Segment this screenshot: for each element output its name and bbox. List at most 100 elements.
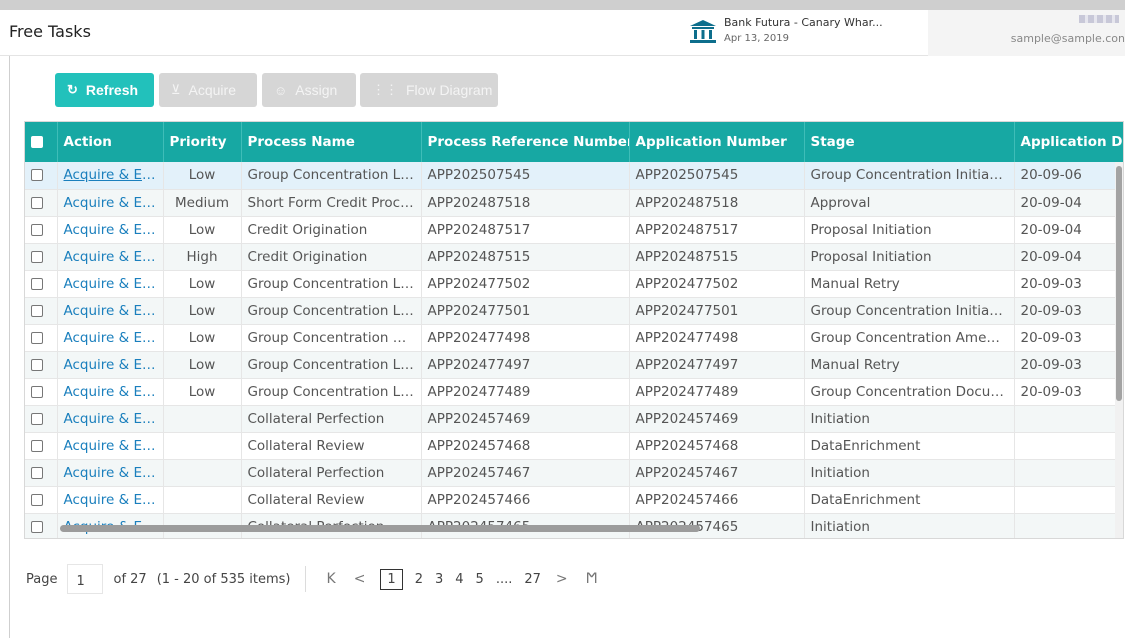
refresh-button[interactable]: ↻ Refresh — [55, 73, 154, 107]
user-menu[interactable]: sample@sample.con — [928, 10, 1125, 56]
cell-action[interactable]: Acquire & Edit — [57, 243, 164, 271]
row-checkbox[interactable] — [31, 466, 43, 479]
first-page-icon[interactable]: K — [327, 571, 336, 587]
assign-button[interactable]: ☺ Assign — [262, 73, 356, 107]
row-select-cell — [25, 513, 58, 538]
vertical-scrollbar[interactable] — [1115, 162, 1123, 538]
row-checkbox[interactable] — [31, 520, 43, 533]
table-row[interactable]: Acquire & Edit Low Group Concentration Li.… — [25, 162, 1123, 190]
table-row[interactable]: Acquire & Edit Low Group Concentration Li.… — [25, 297, 1123, 325]
row-checkbox[interactable] — [31, 385, 43, 398]
cell-application-date: 20-09-03 — [1014, 351, 1123, 379]
cell-action[interactable]: Acquire & Edit — [57, 189, 164, 217]
table-row[interactable]: Acquire & Edit Medium Short Form Credit Pr… — [25, 189, 1123, 217]
avatar — [1079, 15, 1119, 23]
cell-stage: Manual Retry — [804, 270, 1015, 298]
cell-process-reference-number: APP202477497 — [421, 351, 630, 379]
row-checkbox[interactable] — [31, 439, 43, 452]
cell-action[interactable]: Acquire & Edit — [57, 162, 164, 190]
table-row[interactable]: Acquire & Edit Low Group Concentration A..… — [25, 324, 1123, 352]
header-action[interactable]: Action — [57, 122, 164, 162]
row-checkbox[interactable] — [31, 331, 43, 344]
page-link[interactable]: 1 — [380, 568, 403, 590]
row-checkbox[interactable] — [31, 277, 43, 290]
cell-application-number: APP202477498 — [629, 324, 805, 352]
cell-process-reference-number: APP202477498 — [421, 324, 630, 352]
page-label: Page — [26, 571, 58, 587]
prev-page-icon[interactable]: < — [354, 571, 366, 587]
cell-stage: Initiation — [804, 405, 1015, 433]
header-process-name[interactable]: Process Name — [241, 122, 422, 162]
page-link[interactable]: 27 — [524, 572, 541, 587]
cell-action[interactable]: Acquire & Edit — [57, 405, 164, 433]
page-link[interactable]: .... — [496, 572, 513, 587]
cell-action[interactable]: Acquire & Edit — [57, 486, 164, 514]
row-checkbox[interactable] — [31, 196, 43, 209]
acquire-label: Acquire — [188, 82, 236, 98]
table-row[interactable]: Acquire & Edit Low Group Concentration Li.… — [25, 270, 1123, 298]
cell-process-name: Collateral Review — [241, 432, 422, 460]
page-link[interactable]: 4 — [455, 572, 463, 587]
page-link[interactable]: 2 — [415, 572, 423, 587]
header-select-all[interactable] — [25, 122, 58, 162]
row-checkbox[interactable] — [31, 169, 43, 182]
cell-priority: Low — [163, 378, 242, 406]
cell-process-name: Group Concentration Li... — [241, 270, 422, 298]
cell-priority: High — [163, 243, 242, 271]
row-select-cell — [25, 189, 58, 217]
cell-application-number: APP202477497 — [629, 351, 805, 379]
vertical-scroll-thumb[interactable] — [1116, 166, 1122, 401]
header-priority[interactable]: Priority — [163, 122, 242, 162]
page-link[interactable]: 3 — [435, 572, 443, 587]
row-checkbox[interactable] — [31, 304, 43, 317]
table-row[interactable]: Acquire & EditCollateral PerfectionAPP20… — [25, 405, 1123, 433]
horizontal-scrollbar[interactable] — [60, 525, 700, 532]
cell-action[interactable]: Acquire & Edit — [57, 432, 164, 460]
row-checkbox[interactable] — [31, 358, 43, 371]
last-page-icon[interactable]: Ϻ — [586, 571, 598, 587]
row-checkbox[interactable] — [31, 412, 43, 425]
acquire-button[interactable]: ⊻ Acquire — [159, 73, 257, 107]
select-all-checkbox[interactable] — [31, 136, 43, 148]
row-checkbox[interactable] — [31, 493, 43, 506]
row-checkbox[interactable] — [31, 250, 43, 263]
tasks-table: Action Priority Process Name Process Ref… — [25, 122, 1123, 538]
page-link[interactable]: 5 — [476, 572, 484, 587]
table-row[interactable]: Acquire & Edit Low Credit Origination APP20… — [25, 216, 1123, 244]
cell-stage: Group Concentration Amend... — [804, 324, 1015, 352]
cell-action[interactable]: Acquire & Edit — [57, 459, 164, 487]
row-select-cell — [25, 270, 58, 298]
bank-icon — [690, 20, 716, 43]
row-checkbox[interactable] — [31, 223, 43, 236]
table-row[interactable]: Acquire & EditCollateral PerfectionAPP20… — [25, 459, 1123, 487]
table-row[interactable]: Acquire & Edit Low Group Concentration Li.… — [25, 378, 1123, 406]
table-row[interactable]: Acquire & Edit High Credit Origination APP2… — [25, 243, 1123, 271]
cell-action[interactable]: Acquire & Edit — [57, 324, 164, 352]
cell-stage: Group Concentration Initiation — [804, 297, 1015, 325]
cell-action[interactable]: Acquire & Edit — [57, 378, 164, 406]
cell-action[interactable]: Acquire & Edit — [57, 270, 164, 298]
header-process-reference-number[interactable]: Process Reference Number — [421, 122, 630, 162]
cell-action[interactable]: Acquire & Edit — [57, 216, 164, 244]
cell-process-name: Short Form Credit Proce... — [241, 189, 422, 217]
page-number-input[interactable]: 1 — [67, 564, 104, 594]
cell-process-reference-number: APP202477502 — [421, 270, 630, 298]
cell-process-name: Group Concentration Li... — [241, 297, 422, 325]
cell-priority — [163, 432, 242, 460]
header-application-date[interactable]: Application Da — [1014, 122, 1123, 162]
cell-application-date: 20-09-03 — [1014, 270, 1123, 298]
table-row[interactable]: Acquire & Edit Collateral Review APP202457… — [25, 432, 1123, 460]
table-row[interactable]: Acquire & Edit Collateral Review APP202457… — [25, 486, 1123, 514]
table-row[interactable]: Acquire & Edit Low Group Concentration Li.… — [25, 351, 1123, 379]
cell-process-reference-number: APP202477501 — [421, 297, 630, 325]
flow-diagram-icon: ⋮⋮ — [372, 82, 398, 97]
header-application-number[interactable]: Application Number — [629, 122, 805, 162]
cell-action[interactable]: Acquire & Edit — [57, 297, 164, 325]
next-page-icon[interactable]: > — [556, 571, 568, 587]
cell-priority — [163, 405, 242, 433]
flow-diagram-button[interactable]: ⋮⋮ Flow Diagram — [360, 73, 498, 107]
cell-application-number: APP202487517 — [629, 216, 805, 244]
cell-action[interactable]: Acquire & Edit — [57, 351, 164, 379]
header-stage[interactable]: Stage — [804, 122, 1015, 162]
cell-application-number: APP202457466 — [629, 486, 805, 514]
